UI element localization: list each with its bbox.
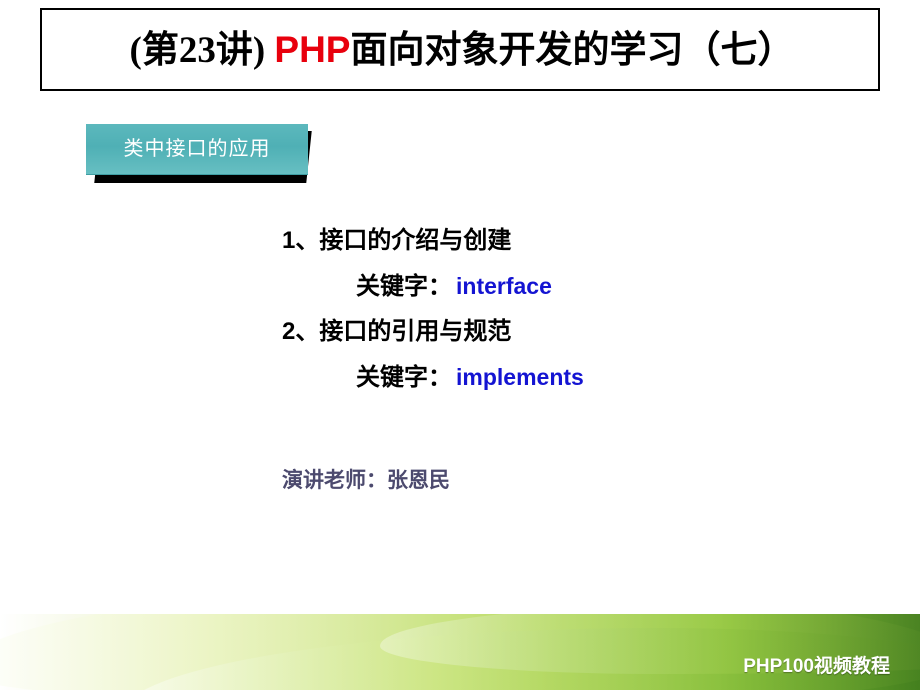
title-highlight: PHP: [274, 29, 351, 70]
footer-brand-cn: 视频教程: [813, 656, 890, 677]
list-item: 2、接口的引用与规范: [282, 309, 842, 354]
page-title: (第23讲) PHP面向对象开发的学习（七）: [42, 10, 882, 89]
list-item: 1、接口的介绍与创建: [282, 218, 842, 263]
title-prefix: (第23讲): [129, 30, 275, 71]
footer-brand: PHP100视频教程: [743, 651, 890, 678]
list-item-keyword-row: 关键字： implements: [282, 354, 842, 400]
list-item-number: 2、: [282, 318, 320, 345]
keyword-value: interface: [456, 273, 552, 299]
list-item-text: 接口的引用与规范: [319, 319, 512, 345]
list-item-number: 1、: [282, 227, 320, 254]
keyword-value: implements: [456, 364, 584, 390]
slide: (第23讲) PHP面向对象开发的学习（七） 类中接口的应用 1、接口的介绍与创…: [0, 0, 920, 690]
footer-banner: PHP100视频教程: [0, 614, 920, 690]
keyword-label: 关键字：: [356, 365, 452, 391]
keyword-label: 关键字：: [356, 274, 452, 300]
section-tab-label: 类中接口的应用: [123, 138, 271, 160]
title-suffix: 面向对象开发的学习（七）: [350, 30, 795, 71]
presenter-line: 演讲老师：张恩民: [282, 468, 450, 492]
list-item-text: 接口的介绍与创建: [319, 228, 512, 254]
section-tab: 类中接口的应用: [86, 124, 308, 175]
list-item-keyword-row: 关键字： interface: [282, 263, 842, 309]
content-list: 1、接口的介绍与创建 关键字： interface 2、接口的引用与规范 关键字：…: [282, 218, 842, 400]
title-box: (第23讲) PHP面向对象开发的学习（七）: [40, 8, 880, 91]
footer-brand-latin: PHP100: [743, 656, 814, 677]
